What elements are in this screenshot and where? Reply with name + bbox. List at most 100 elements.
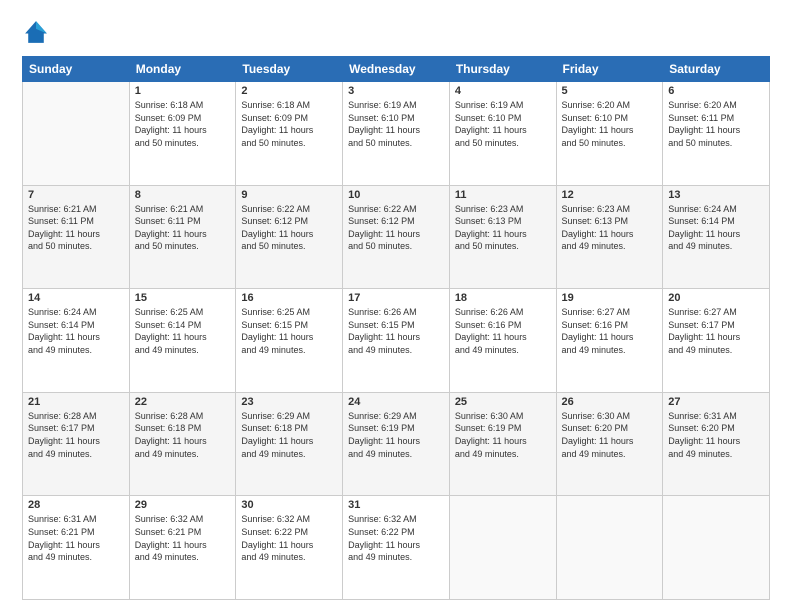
day-info: Sunrise: 6:20 AMSunset: 6:11 PMDaylight:… xyxy=(668,99,764,149)
day-info: Sunrise: 6:31 AMSunset: 6:21 PMDaylight:… xyxy=(28,513,124,563)
day-info: Sunrise: 6:28 AMSunset: 6:17 PMDaylight:… xyxy=(28,410,124,460)
day-info: Sunrise: 6:23 AMSunset: 6:13 PMDaylight:… xyxy=(455,203,551,253)
weekday-header-wednesday: Wednesday xyxy=(343,57,450,82)
day-number: 28 xyxy=(28,499,124,511)
week-row-2: 14 Sunrise: 6:24 AMSunset: 6:14 PMDayligh… xyxy=(23,289,770,393)
day-number: 25 xyxy=(455,396,551,408)
page: SundayMondayTuesdayWednesdayThursdayFrid… xyxy=(0,0,792,612)
calendar-cell: 14 Sunrise: 6:24 AMSunset: 6:14 PMDayligh… xyxy=(23,289,130,393)
calendar-cell: 30Sunrise: 6:32 AMSunset: 6:22 PMDayligh… xyxy=(236,496,343,600)
calendar-cell: 18 Sunrise: 6:26 AMSunset: 6:16 PMDayligh… xyxy=(449,289,556,393)
logo xyxy=(22,18,54,46)
day-info: Sunrise: 6:29 AMSunset: 6:18 PMDaylight:… xyxy=(241,410,337,460)
day-number: 15 xyxy=(135,292,231,304)
day-number: 1 xyxy=(135,85,231,97)
day-info: Sunrise: 6:20 AMSunset: 6:10 PMDaylight:… xyxy=(562,99,658,149)
calendar-cell: 17 Sunrise: 6:26 AMSunset: 6:15 PMDayligh… xyxy=(343,289,450,393)
day-number: 23 xyxy=(241,396,337,408)
day-info: Sunrise: 6:25 AMSunset: 6:14 PMDaylight:… xyxy=(135,306,231,356)
calendar-cell: 13Sunrise: 6:24 AMSunset: 6:14 PMDayligh… xyxy=(663,185,770,289)
calendar-cell: 16 Sunrise: 6:25 AMSunset: 6:15 PMDayligh… xyxy=(236,289,343,393)
calendar-cell: 9Sunrise: 6:22 AMSunset: 6:12 PMDaylight… xyxy=(236,185,343,289)
day-info: Sunrise: 6:18 AMSunset: 6:09 PMDaylight:… xyxy=(241,99,337,149)
day-info: Sunrise: 6:24 AMSunset: 6:14 PMDaylight:… xyxy=(28,306,124,356)
calendar-table: SundayMondayTuesdayWednesdayThursdayFrid… xyxy=(22,56,770,600)
calendar-cell: 2 Sunrise: 6:18 AMSunset: 6:09 PMDaylight… xyxy=(236,82,343,186)
calendar-cell: 6 Sunrise: 6:20 AMSunset: 6:11 PMDaylight… xyxy=(663,82,770,186)
calendar-cell: 12 Sunrise: 6:23 AMSunset: 6:13 PMDayligh… xyxy=(556,185,663,289)
day-info: Sunrise: 6:26 AMSunset: 6:16 PMDaylight:… xyxy=(455,306,551,356)
day-number: 27 xyxy=(668,396,764,408)
day-info: Sunrise: 6:26 AMSunset: 6:15 PMDaylight:… xyxy=(348,306,444,356)
day-number: 19 xyxy=(562,292,658,304)
day-number: 26 xyxy=(562,396,658,408)
day-info: Sunrise: 6:28 AMSunset: 6:18 PMDaylight:… xyxy=(135,410,231,460)
calendar-cell: 15 Sunrise: 6:25 AMSunset: 6:14 PMDayligh… xyxy=(129,289,236,393)
calendar-cell: 22 Sunrise: 6:28 AMSunset: 6:18 PMDayligh… xyxy=(129,392,236,496)
day-info: Sunrise: 6:30 AMSunset: 6:19 PMDaylight:… xyxy=(455,410,551,460)
day-number: 5 xyxy=(562,85,658,97)
day-number: 16 xyxy=(241,292,337,304)
calendar-cell: 7 Sunrise: 6:21 AMSunset: 6:11 PMDaylight… xyxy=(23,185,130,289)
weekday-header-friday: Friday xyxy=(556,57,663,82)
calendar-cell: 3Sunrise: 6:19 AMSunset: 6:10 PMDaylight… xyxy=(343,82,450,186)
weekday-header-saturday: Saturday xyxy=(663,57,770,82)
calendar-cell: 24Sunrise: 6:29 AMSunset: 6:19 PMDayligh… xyxy=(343,392,450,496)
weekday-header-monday: Monday xyxy=(129,57,236,82)
day-info: Sunrise: 6:19 AMSunset: 6:10 PMDaylight:… xyxy=(455,99,551,149)
day-info: Sunrise: 6:21 AMSunset: 6:11 PMDaylight:… xyxy=(135,203,231,253)
day-number: 9 xyxy=(241,189,337,201)
day-number: 31 xyxy=(348,499,444,511)
calendar-cell: 11 Sunrise: 6:23 AMSunset: 6:13 PMDayligh… xyxy=(449,185,556,289)
calendar-cell: 31 Sunrise: 6:32 AMSunset: 6:22 PMDayligh… xyxy=(343,496,450,600)
calendar-cell: 20 Sunrise: 6:27 AMSunset: 6:17 PMDayligh… xyxy=(663,289,770,393)
header xyxy=(22,18,770,46)
calendar-cell: 4 Sunrise: 6:19 AMSunset: 6:10 PMDaylight… xyxy=(449,82,556,186)
day-number: 29 xyxy=(135,499,231,511)
day-number: 24 xyxy=(348,396,444,408)
day-info: Sunrise: 6:21 AMSunset: 6:11 PMDaylight:… xyxy=(28,203,124,253)
calendar-cell: 21 Sunrise: 6:28 AMSunset: 6:17 PMDayligh… xyxy=(23,392,130,496)
calendar-cell: 29 Sunrise: 6:32 AMSunset: 6:21 PMDayligh… xyxy=(129,496,236,600)
day-number: 17 xyxy=(348,292,444,304)
day-info: Sunrise: 6:27 AMSunset: 6:17 PMDaylight:… xyxy=(668,306,764,356)
day-number: 20 xyxy=(668,292,764,304)
day-info: Sunrise: 6:23 AMSunset: 6:13 PMDaylight:… xyxy=(562,203,658,253)
weekday-header-thursday: Thursday xyxy=(449,57,556,82)
day-number: 4 xyxy=(455,85,551,97)
day-number: 21 xyxy=(28,396,124,408)
day-info: Sunrise: 6:32 AMSunset: 6:21 PMDaylight:… xyxy=(135,513,231,563)
day-info: Sunrise: 6:25 AMSunset: 6:15 PMDaylight:… xyxy=(241,306,337,356)
day-info: Sunrise: 6:32 AMSunset: 6:22 PMDaylight:… xyxy=(241,513,337,563)
weekday-header-sunday: Sunday xyxy=(23,57,130,82)
day-info: Sunrise: 6:18 AMSunset: 6:09 PMDaylight:… xyxy=(135,99,231,149)
calendar-cell: 25 Sunrise: 6:30 AMSunset: 6:19 PMDayligh… xyxy=(449,392,556,496)
day-info: Sunrise: 6:27 AMSunset: 6:16 PMDaylight:… xyxy=(562,306,658,356)
calendar-cell: 27 Sunrise: 6:31 AMSunset: 6:20 PMDayligh… xyxy=(663,392,770,496)
calendar-cell xyxy=(23,82,130,186)
week-row-3: 21 Sunrise: 6:28 AMSunset: 6:17 PMDayligh… xyxy=(23,392,770,496)
day-number: 14 xyxy=(28,292,124,304)
week-row-0: 1 Sunrise: 6:18 AMSunset: 6:09 PMDaylight… xyxy=(23,82,770,186)
day-number: 12 xyxy=(562,189,658,201)
calendar-cell: 26 Sunrise: 6:30 AMSunset: 6:20 PMDayligh… xyxy=(556,392,663,496)
calendar-cell: 28 Sunrise: 6:31 AMSunset: 6:21 PMDayligh… xyxy=(23,496,130,600)
day-number: 3 xyxy=(348,85,444,97)
day-number: 18 xyxy=(455,292,551,304)
calendar-cell: 5 Sunrise: 6:20 AMSunset: 6:10 PMDaylight… xyxy=(556,82,663,186)
day-info: Sunrise: 6:31 AMSunset: 6:20 PMDaylight:… xyxy=(668,410,764,460)
day-number: 11 xyxy=(455,189,551,201)
day-number: 8 xyxy=(135,189,231,201)
day-number: 22 xyxy=(135,396,231,408)
week-row-4: 28 Sunrise: 6:31 AMSunset: 6:21 PMDayligh… xyxy=(23,496,770,600)
day-number: 7 xyxy=(28,189,124,201)
day-number: 6 xyxy=(668,85,764,97)
day-info: Sunrise: 6:32 AMSunset: 6:22 PMDaylight:… xyxy=(348,513,444,563)
calendar-cell: 10Sunrise: 6:22 AMSunset: 6:12 PMDayligh… xyxy=(343,185,450,289)
calendar-cell: 8 Sunrise: 6:21 AMSunset: 6:11 PMDaylight… xyxy=(129,185,236,289)
day-info: Sunrise: 6:30 AMSunset: 6:20 PMDaylight:… xyxy=(562,410,658,460)
day-number: 13 xyxy=(668,189,764,201)
day-info: Sunrise: 6:22 AMSunset: 6:12 PMDaylight:… xyxy=(348,203,444,253)
day-number: 2 xyxy=(241,85,337,97)
calendar-cell: 19 Sunrise: 6:27 AMSunset: 6:16 PMDayligh… xyxy=(556,289,663,393)
